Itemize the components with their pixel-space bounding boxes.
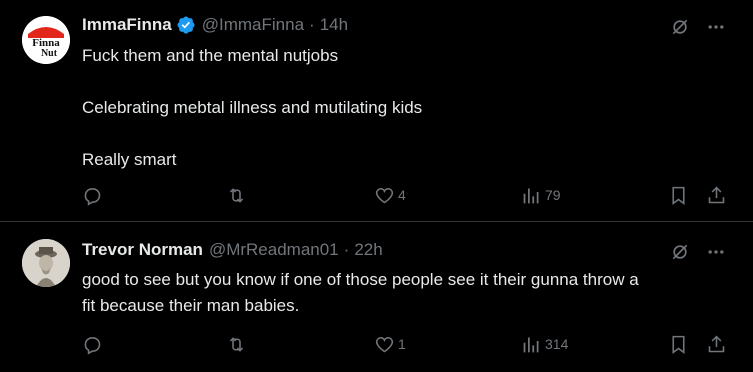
tweet-text: good to see but you know if one of those…: [82, 267, 732, 319]
handle[interactable]: @ImmaFinna: [202, 15, 304, 35]
views-button[interactable]: 79: [521, 183, 561, 207]
separator-dot: ·: [343, 240, 350, 259]
retweet-icon: [229, 336, 244, 352]
tweet-header: ImmaFinna @ImmaFinna · 14h: [82, 14, 348, 36]
timestamp[interactable]: 14h: [320, 15, 348, 35]
like-button[interactable]: 1: [374, 332, 406, 356]
share-icon: [708, 186, 725, 203]
reply-button[interactable]: [82, 332, 106, 356]
reply-button[interactable]: [82, 183, 106, 207]
like-icon: [375, 336, 394, 352]
bookmark-button[interactable]: [668, 332, 689, 356]
more-icon[interactable]: [705, 241, 727, 263]
tweet-text: Fuck them and the mental nutjobs Celebra…: [82, 43, 722, 173]
reply-icon: [84, 187, 101, 206]
timestamp[interactable]: 22h: [354, 240, 382, 260]
display-name[interactable]: Trevor Norman: [82, 240, 203, 260]
tweet-text-line: fit because their man babies.: [82, 296, 300, 315]
retweet-button[interactable]: [226, 183, 250, 207]
bookmark-button[interactable]: [668, 183, 689, 207]
avatar-logo-text-2: Nut: [41, 48, 58, 59]
share-button[interactable]: [706, 332, 727, 356]
avatar[interactable]: Finna Nut: [22, 16, 70, 64]
grok-icon[interactable]: [669, 16, 691, 38]
like-count: 4: [398, 187, 406, 203]
bookmark-icon: [672, 186, 685, 205]
like-count: 1: [398, 336, 406, 352]
views-button[interactable]: 314: [521, 332, 568, 356]
views-count: 314: [545, 336, 569, 352]
views-count: 79: [545, 187, 561, 203]
tweet-top-actions: [669, 16, 727, 38]
tweet-text-line: Really smart: [82, 150, 177, 169]
share-button[interactable]: [706, 183, 727, 207]
tweet[interactable]: Finna Nut ImmaFinna @ImmaFinna · 14h Fuc…: [0, 0, 753, 222]
tweet-text-line: Fuck them and the mental nutjobs: [82, 46, 339, 65]
separator-dot: ·: [309, 15, 315, 34]
tweet-header: Trevor Norman @MrReadman01 · 22h: [82, 239, 383, 261]
handle[interactable]: @MrReadman01: [209, 240, 339, 260]
retweet-button[interactable]: [226, 332, 250, 356]
avatar[interactable]: [22, 239, 70, 287]
like-icon: [375, 187, 394, 203]
reply-icon: [84, 336, 101, 355]
share-icon: [708, 335, 725, 352]
views-icon: [523, 188, 539, 203]
views-icon: [523, 337, 539, 352]
verified-icon: [177, 16, 195, 34]
tweet-actions: 1 314: [82, 332, 730, 356]
bookmark-icon: [672, 335, 685, 354]
tweet-top-actions: [669, 241, 727, 263]
more-icon[interactable]: [705, 16, 727, 38]
tweet-actions: 4 79: [82, 183, 730, 207]
grok-icon[interactable]: [669, 241, 691, 263]
retweet-icon: [229, 187, 244, 203]
tweet-text-line: good to see but you know if one of those…: [82, 270, 639, 289]
tweet-text-line: Celebrating mebtal illness and mutilatin…: [82, 98, 423, 117]
display-name[interactable]: ImmaFinna: [82, 15, 172, 35]
like-button[interactable]: 4: [374, 183, 406, 207]
tweet[interactable]: Trevor Norman @MrReadman01 · 22h good to…: [0, 222, 753, 372]
